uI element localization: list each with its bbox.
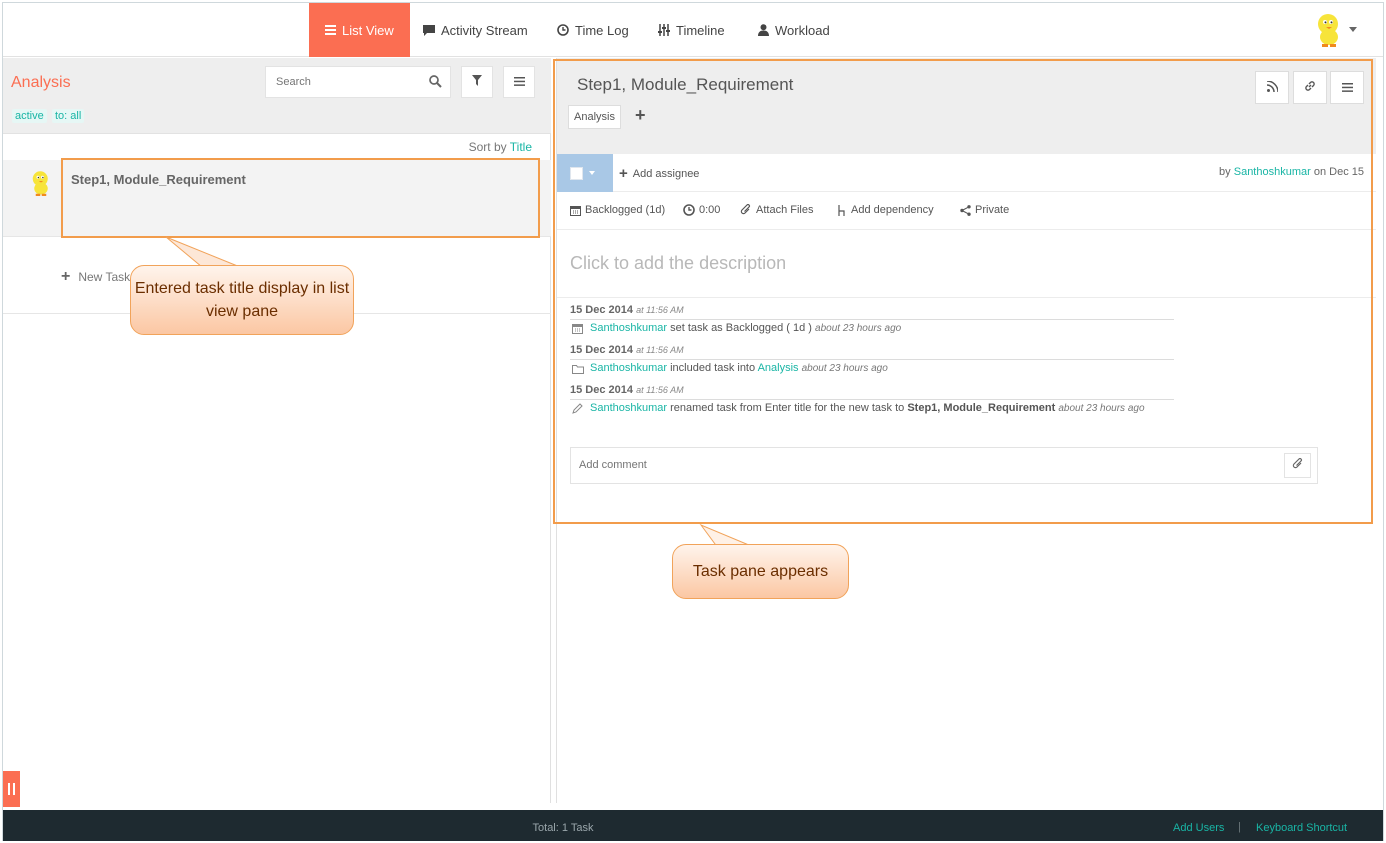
footer-separator: |: [1238, 821, 1241, 833]
sort-control: Sort by Title: [469, 140, 532, 154]
callout-pointer: [165, 236, 241, 268]
tab-workload[interactable]: Workload: [758, 3, 830, 57]
task-row-highlight: [61, 158, 540, 238]
tab-time-log[interactable]: Time Log: [557, 3, 629, 57]
keyboard-shortcut-link[interactable]: Keyboard Shortcut: [1256, 822, 1347, 834]
plus-icon: +: [61, 268, 71, 285]
sort-field-link[interactable]: Title: [510, 140, 532, 154]
list-header: Analysis active to: all: [3, 58, 551, 134]
task-count: Total: 1 Task: [532, 822, 594, 834]
add-users-link[interactable]: Add Users: [1173, 822, 1224, 834]
comment-icon: [423, 24, 435, 36]
list-callout: Entered task title display in list view …: [130, 265, 354, 335]
top-navigation: List View Activity Stream Time Log Timel…: [3, 3, 1383, 57]
sidebar-toggle-handle[interactable]: [3, 771, 20, 807]
task-pane-highlight: [553, 59, 1373, 524]
search-icon[interactable]: [429, 75, 442, 91]
list-title: Analysis: [11, 74, 71, 91]
search-box: [265, 66, 451, 98]
tab-time-log-label: Time Log: [575, 22, 629, 38]
list-menu-button[interactable]: [503, 66, 535, 98]
filter-chip-assignee[interactable]: to: all: [52, 109, 85, 123]
new-task-button[interactable]: + New Task: [61, 268, 130, 286]
sliders-icon: [658, 24, 670, 36]
tab-timeline-label: Timeline: [676, 22, 725, 38]
sort-prefix: Sort by: [468, 140, 507, 154]
user-icon: [758, 24, 769, 36]
tab-activity-stream-label: Activity Stream: [441, 22, 528, 38]
list-icon: [325, 25, 336, 35]
hamburger-icon: [513, 75, 525, 89]
filter-button[interactable]: [461, 66, 493, 98]
tab-activity-stream[interactable]: Activity Stream: [423, 3, 528, 57]
funnel-icon: [472, 75, 482, 89]
tab-workload-label: Workload: [775, 22, 830, 38]
user-menu-caret-icon[interactable]: [1349, 27, 1357, 32]
clock-icon: [557, 24, 569, 36]
footer: Total: 1 Task Add Users | Keyboard Short…: [3, 810, 1383, 841]
tab-list-view-label: List View: [342, 22, 394, 38]
tab-timeline[interactable]: Timeline: [658, 3, 725, 57]
new-task-label: New Task: [78, 270, 131, 284]
task-avatar: [29, 170, 53, 198]
filter-chip-active[interactable]: active: [12, 109, 47, 123]
task-callout: Task pane appears: [672, 544, 849, 599]
search-input[interactable]: [266, 67, 416, 97]
user-avatar[interactable]: [1313, 13, 1345, 49]
tab-list-view[interactable]: List View: [309, 3, 410, 57]
